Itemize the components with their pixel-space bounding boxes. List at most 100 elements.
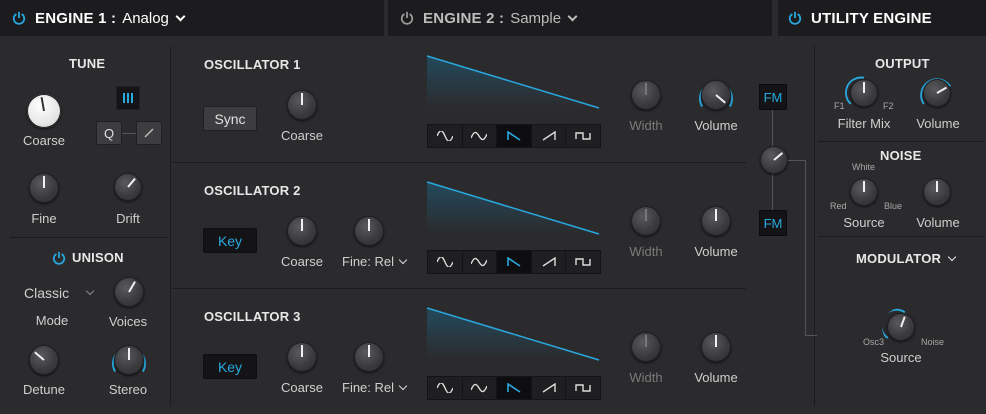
fine-knob[interactable] — [29, 173, 59, 203]
engine2-type-dropdown[interactable]: Sample — [510, 10, 561, 27]
osc2-width-label: Width — [629, 244, 663, 259]
osc1-waveform-selector — [427, 124, 601, 148]
stereo-knob[interactable] — [114, 345, 144, 375]
square-wave-button[interactable] — [566, 251, 600, 273]
osc3-fine-knob[interactable] — [354, 342, 384, 372]
osc1-width-label: Width — [629, 118, 663, 133]
noise-volume-knob[interactable] — [923, 178, 951, 206]
osc3-waveform-display — [427, 307, 600, 361]
modulation-route-line — [805, 335, 817, 336]
sine-wave-button[interactable] — [428, 251, 463, 273]
fm-bottom-button[interactable]: FM — [759, 210, 787, 236]
chevron-down-icon[interactable] — [175, 11, 186, 21]
keyboard-tracking-button[interactable] — [116, 86, 140, 110]
saw-wave-button[interactable] — [497, 377, 532, 399]
osc2-key-button[interactable]: Key — [203, 228, 257, 253]
osc2-fine-label: Fine: Rel — [342, 254, 395, 269]
triangle-wave-button[interactable] — [463, 251, 498, 273]
power-icon[interactable] — [788, 11, 802, 25]
output-volume-label: Volume — [916, 116, 960, 131]
unison-mode-value: Classic — [24, 285, 70, 301]
sine-wave-button[interactable] — [428, 377, 463, 399]
triangle-wave-button[interactable] — [463, 377, 498, 399]
osc1-volume-knob[interactable] — [701, 80, 731, 110]
chevron-down-icon — [398, 255, 408, 264]
osc2-waveform-selector — [427, 250, 601, 274]
power-icon[interactable] — [52, 251, 66, 265]
filter-mix-knob[interactable] — [850, 79, 878, 107]
coarse-knob[interactable] — [27, 94, 61, 128]
osc1-title: OSCILLATOR 1 — [204, 57, 301, 72]
saw-wave-button[interactable] — [497, 251, 532, 273]
quantize-button[interactable]: Q — [96, 121, 122, 145]
modulator-dropdown[interactable]: MODULATOR — [856, 251, 957, 266]
square-wave-button[interactable] — [566, 377, 600, 399]
divider — [170, 46, 171, 406]
osc3-volume-label: Volume — [694, 370, 738, 385]
blue-label: Blue — [884, 201, 903, 211]
osc3-width-knob[interactable] — [631, 332, 661, 362]
square-wave-button[interactable] — [566, 125, 600, 147]
saw-wave-icon — [507, 131, 521, 141]
triangle-wave-icon — [471, 383, 488, 393]
saw-wave-icon — [507, 383, 521, 393]
osc2-fine-knob[interactable] — [354, 216, 384, 246]
osc2-volume-knob[interactable] — [701, 206, 731, 236]
osc1-volume-label: Volume — [694, 118, 738, 133]
power-icon[interactable] — [400, 11, 414, 25]
ramp-wave-button[interactable] — [532, 377, 567, 399]
osc2-title: OSCILLATOR 2 — [204, 183, 301, 198]
osc2-width-knob[interactable] — [631, 206, 661, 236]
modulator-title: MODULATOR — [856, 251, 942, 266]
detune-knob[interactable] — [29, 345, 59, 375]
output-volume-knob[interactable] — [923, 79, 951, 107]
osc1-sync-button[interactable]: Sync — [203, 106, 257, 131]
engine1-type-dropdown[interactable]: Analog — [122, 10, 169, 27]
output-title: OUTPUT — [875, 56, 930, 71]
engine1-title: ENGINE 1 : — [35, 9, 117, 27]
divider — [818, 236, 984, 237]
ramp-wave-icon — [542, 383, 556, 393]
modulator-source-knob[interactable] — [887, 313, 915, 341]
triangle-wave-button[interactable] — [463, 125, 498, 147]
engine1-header: ENGINE 1 : Analog — [0, 0, 384, 36]
chevron-down-icon — [947, 252, 957, 261]
utility-header: UTILITY ENGINE — [778, 0, 986, 36]
modulation-route-line — [788, 160, 806, 161]
osc2-waveform-display — [427, 181, 600, 235]
noise-source-knob[interactable] — [850, 178, 878, 206]
chevron-down-icon[interactable] — [567, 11, 578, 21]
osc2-coarse-label: Coarse — [281, 254, 323, 269]
noise-source-label: Source — [843, 215, 885, 230]
osc3-key-button[interactable]: Key — [203, 354, 257, 379]
noise-label: Noise — [921, 337, 945, 347]
osc3-fine-dropdown[interactable]: Fine: Rel — [342, 380, 408, 395]
osc2-fine-dropdown[interactable]: Fine: Rel — [342, 254, 408, 269]
unison-mode-dropdown[interactable]: Classic — [24, 285, 95, 301]
chevron-down-icon — [398, 381, 408, 390]
noise-volume-label: Volume — [916, 215, 960, 230]
osc1-width-knob[interactable] — [631, 80, 661, 110]
power-icon[interactable] — [12, 11, 26, 25]
edit-pencil-button[interactable] — [136, 121, 162, 145]
osc2-coarse-knob[interactable] — [287, 216, 317, 246]
drift-knob[interactable] — [114, 173, 142, 201]
drift-label: Drift — [116, 211, 140, 226]
piano-keys-icon — [123, 93, 133, 103]
sine-wave-button[interactable] — [428, 125, 463, 147]
fine-label: Fine — [31, 211, 57, 226]
connector-line — [122, 133, 136, 134]
voices-knob[interactable] — [114, 277, 144, 307]
ramp-wave-button[interactable] — [532, 251, 567, 273]
fm-amount-knob[interactable] — [760, 146, 788, 174]
ramp-wave-icon — [542, 131, 556, 141]
osc1-coarse-knob[interactable] — [287, 90, 317, 120]
osc3-volume-knob[interactable] — [701, 332, 731, 362]
osc3-coarse-knob[interactable] — [287, 342, 317, 372]
fm-top-button[interactable]: FM — [759, 84, 787, 110]
sine-wave-icon — [436, 257, 453, 267]
ramp-wave-button[interactable] — [532, 125, 567, 147]
osc1-waveform-display — [427, 55, 600, 109]
white-label: White — [852, 162, 876, 172]
saw-wave-button[interactable] — [497, 125, 532, 147]
